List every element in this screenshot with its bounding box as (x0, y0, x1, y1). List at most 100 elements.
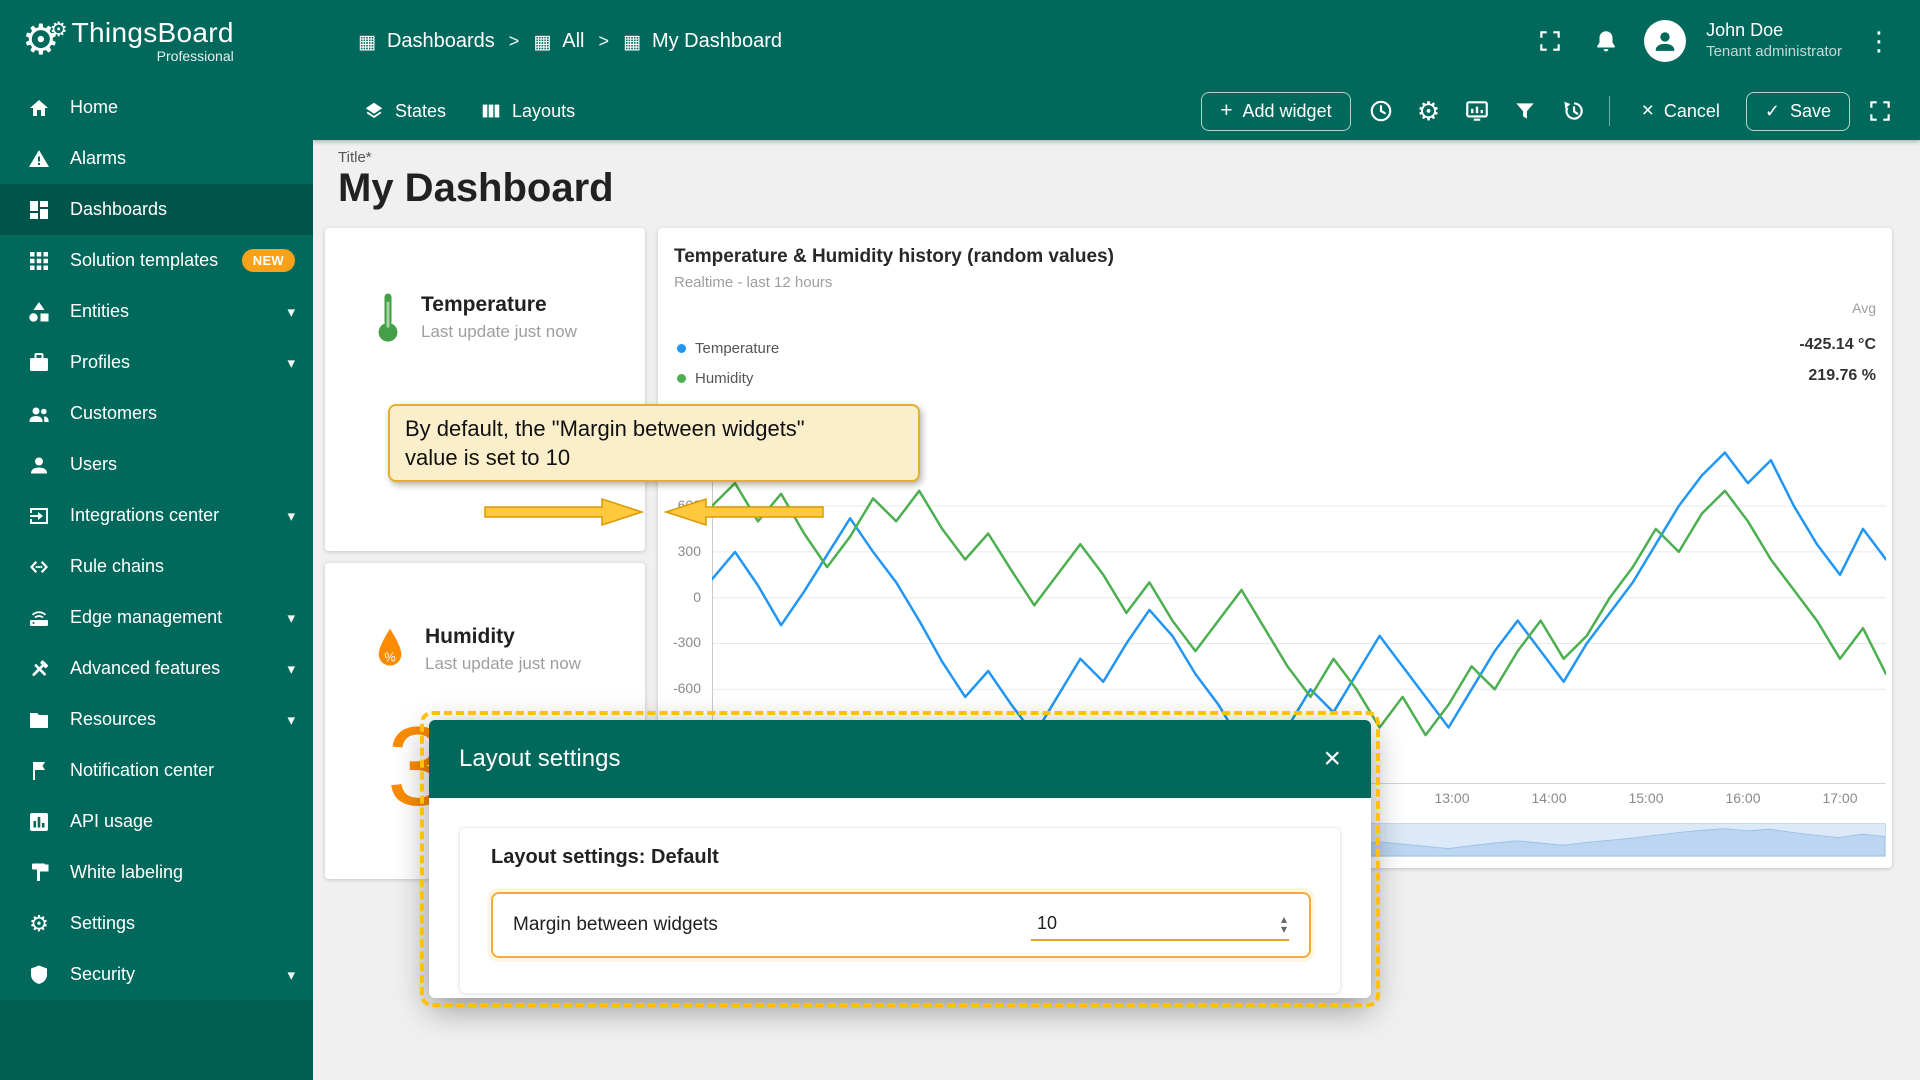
sidebar-item-label: Profiles (70, 352, 131, 372)
annotation-tooltip: By default, the "Margin between widgets"… (388, 404, 920, 482)
sidebar-item-label: Dashboards (70, 199, 168, 219)
app-edition: Professional (156, 48, 234, 64)
filter-icon[interactable] (1507, 93, 1543, 129)
profiles-icon (26, 350, 52, 376)
widget-subtitle: Last update just now (425, 654, 581, 673)
fullscreen-icon[interactable] (1532, 23, 1568, 59)
sidebar-item-dashboards[interactable]: Dashboards (0, 184, 313, 235)
save-label: Save (1789, 100, 1831, 121)
top-header: ▦ Dashboards > ▦ All > ▦ My Dashboard Jo… (313, 0, 1920, 82)
chart-subtitle: Realtime - last 12 hours (674, 274, 833, 291)
dialog-body: Layout settings: Default Margin between … (429, 798, 1371, 998)
cancel-button[interactable]: × Cancel (1628, 93, 1734, 130)
chart-title: Temperature & Humidity history (random v… (674, 246, 1114, 267)
chevron-down-icon: ▾ (287, 507, 295, 525)
sidebar-item-home[interactable]: Home (0, 82, 313, 133)
fullscreen-icon[interactable] (1862, 93, 1898, 129)
dialog-header: Layout settings × (429, 720, 1371, 798)
svg-text:%: % (384, 649, 395, 664)
legend-item-humidity[interactable]: Humidity (677, 368, 779, 388)
sidebar-item-users[interactable]: Users (0, 439, 313, 490)
add-widget-label: Add widget (1242, 100, 1332, 121)
save-button[interactable]: ✓ Save (1745, 91, 1850, 131)
widget-title: Humidity (425, 625, 515, 648)
chart-box-icon (26, 809, 52, 835)
user-avatar[interactable] (1644, 20, 1687, 62)
dashboards-icon: ▦ (623, 31, 641, 53)
dashboards-icon: ▦ (358, 31, 376, 53)
sidebar-item-label: Rule chains (70, 556, 165, 576)
sidebar-item-settings[interactable]: ⚙ Settings (0, 898, 313, 949)
sidebar-item-api-usage[interactable]: API usage (0, 796, 313, 847)
layouts-columns-icon (482, 104, 500, 118)
sidebar-item-customers[interactable]: Customers (0, 388, 313, 439)
stepper-down-icon[interactable]: ▾ (1281, 923, 1287, 935)
integrations-input-icon (26, 503, 52, 529)
cancel-label: Cancel (1663, 100, 1720, 121)
close-icon[interactable]: × (1323, 744, 1341, 774)
sidebar-item-alarms[interactable]: Alarms (0, 133, 313, 184)
humidity-widget-header: % Humidity Last update just now (373, 625, 581, 674)
dashboard-content: Title* My Dashboard Temperature Last upd… (313, 140, 1920, 1080)
avg-temperature-value: -425.14 °C (1799, 336, 1876, 353)
user-info[interactable]: John Doe Tenant administrator (1706, 20, 1842, 62)
sidebar-item-label: Security (70, 964, 136, 984)
chevron-down-icon: ▾ (287, 660, 295, 678)
number-stepper[interactable]: ▴ ▾ (1281, 913, 1287, 935)
shield-icon (26, 962, 52, 988)
margin-number-input[interactable]: 10 ▴ ▾ (1031, 909, 1289, 941)
new-badge: NEW (241, 249, 295, 272)
app-root: ⚙ ⚙ ThingsBoard Professional Home Alarms … (0, 0, 1920, 1080)
sidebar-item-edge-management[interactable]: Edge management ▾ (0, 592, 313, 643)
annotation-line: By default, the "Margin between widgets" (405, 416, 805, 441)
sidebar-item-label: Users (70, 454, 118, 474)
margin-between-widgets-field: Margin between widgets 10 ▴ ▾ (491, 892, 1311, 958)
sidebar-item-label: Edge management (70, 607, 223, 627)
sidebar-item-notification-center[interactable]: Notification center (0, 745, 313, 796)
logo[interactable]: ⚙ ⚙ ThingsBoard Professional (0, 0, 313, 82)
layouts-button[interactable]: Layouts (466, 92, 589, 130)
add-widget-button[interactable]: + Add widget (1201, 91, 1351, 131)
sidebar: ⚙ ⚙ ThingsBoard Professional Home Alarms … (0, 0, 313, 1080)
sidebar-item-integrations-center[interactable]: Integrations center ▾ (0, 490, 313, 541)
sidebar-item-profiles[interactable]: Profiles ▾ (0, 337, 313, 388)
version-history-icon[interactable] (1555, 93, 1591, 129)
toolbar-divider (1608, 96, 1610, 126)
widget-subtitle: Last update just now (421, 321, 577, 341)
thermometer-icon (378, 293, 398, 342)
flag-icon (26, 758, 52, 784)
field-label: Margin between widgets (513, 914, 718, 935)
home-icon (26, 95, 52, 121)
sidebar-item-solution-templates[interactable]: Solution templates NEW (0, 235, 313, 286)
avg-column-header: Avg (1852, 300, 1876, 316)
sidebar-item-label: Notification center (70, 760, 215, 780)
toolbar-right: + Add widget ⚙ × Cancel ✓ Save (1201, 91, 1920, 131)
breadcrumb-dashboards[interactable]: ▦ Dashboards (358, 30, 495, 53)
sidebar-item-white-labeling[interactable]: White labeling (0, 847, 313, 898)
sidebar-item-resources[interactable]: Resources ▾ (0, 694, 313, 745)
breadcrumb-separator: > (598, 30, 610, 51)
sidebar-item-label: API usage (70, 811, 154, 831)
user-person-icon (26, 452, 52, 478)
manage-layouts-monitor-icon[interactable] (1459, 93, 1495, 129)
thingsboard-logo-icon: ⚙ ⚙ (22, 15, 68, 63)
margin-annotation-arrows (484, 497, 824, 527)
chevron-down-icon: ▾ (287, 354, 295, 372)
time-window-clock-icon[interactable] (1363, 93, 1399, 129)
sidebar-item-rule-chains[interactable]: Rule chains (0, 541, 313, 592)
legend-item-temperature[interactable]: Temperature (677, 338, 779, 358)
sidebar-item-advanced-features[interactable]: Advanced features ▾ (0, 643, 313, 694)
sidebar-item-entities[interactable]: Entities ▾ (0, 286, 313, 337)
dashboard-title-input[interactable]: My Dashboard (338, 166, 614, 211)
dashboard-settings-gear-icon[interactable]: ⚙ (1411, 93, 1447, 129)
states-button[interactable]: States (349, 92, 460, 130)
kebab-menu-icon[interactable]: ⋮ (1862, 26, 1896, 57)
breadcrumb-my-dashboard[interactable]: ▦ My Dashboard (623, 30, 782, 53)
sidebar-item-security[interactable]: Security ▾ (0, 949, 313, 1000)
notifications-bell-icon[interactable] (1588, 23, 1624, 59)
breadcrumb-all[interactable]: ▦ All (533, 30, 584, 53)
legend-label: Temperature (695, 339, 780, 357)
chart-legend: Temperature Humidity (677, 338, 779, 398)
tools-icon (26, 656, 52, 682)
annotation-line: value is set to 10 (405, 445, 571, 470)
